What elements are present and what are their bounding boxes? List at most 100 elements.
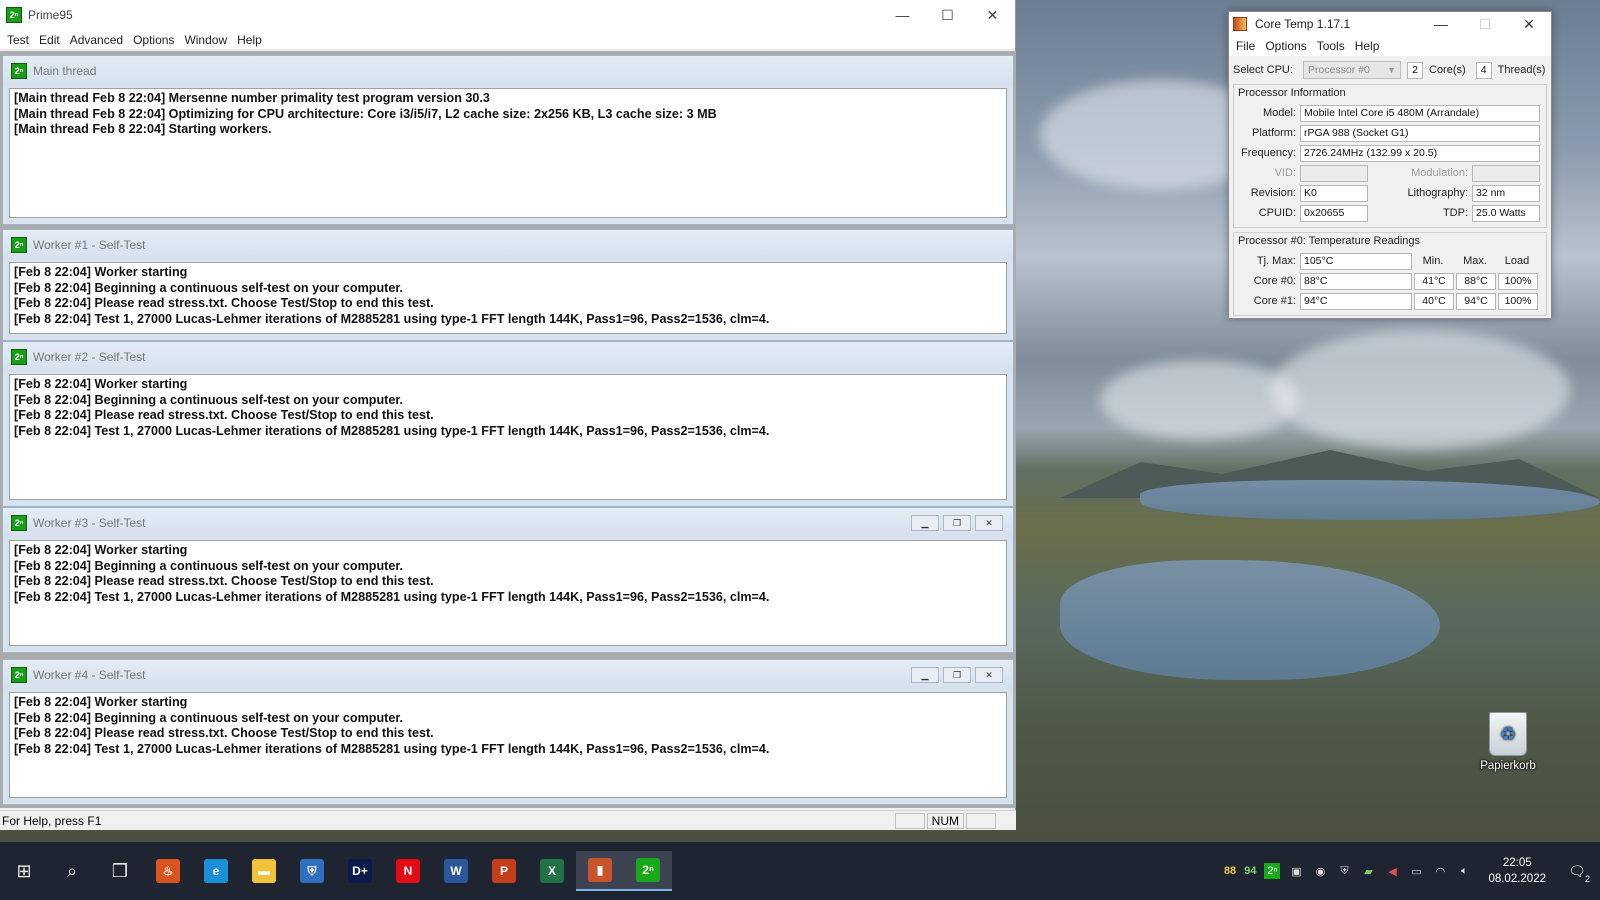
tdp-label: TDP: xyxy=(1442,207,1468,219)
maximize-button[interactable]: ☐ xyxy=(925,0,970,30)
coretemp-app-icon xyxy=(1233,17,1247,31)
taskbar-clock[interactable]: 22:05 08.02.2022 xyxy=(1480,855,1554,887)
tray-core1-temp[interactable]: 94 xyxy=(1244,865,1256,877)
taskbar-app-windows-security[interactable]: ⛨ xyxy=(288,851,336,891)
child-titlebar[interactable]: 2ⁿ Main thread xyxy=(3,56,1013,86)
mdi-client-area: 2ⁿ Main thread [Main thread Feb 8 22:04]… xyxy=(0,51,1016,808)
worker-1-window: 2ⁿ Worker #1 - Self-Test [Feb 8 22:04] W… xyxy=(2,229,1014,341)
webcam-tray-icon[interactable]: ◉ xyxy=(1312,863,1328,879)
core-min-value: 40°C xyxy=(1414,292,1454,310)
core-count: 2 xyxy=(1407,61,1423,79)
platform-row: Platform: rPGA 988 (Socket G1) xyxy=(1238,123,1542,143)
taskbar-app-prime95[interactable]: 2ⁿ xyxy=(624,851,672,891)
hardware-tray-icon[interactable]: ▣ xyxy=(1288,863,1304,879)
log-line: [Main thread Feb 8 22:04] Optimizing for… xyxy=(14,106,717,121)
coretemp-body: Select CPU: Processor #0 ▼ 2 Core(s) 4 T… xyxy=(1229,56,1551,320)
prime95-titlebar[interactable]: 2ⁿ Prime95 — ☐ ✕ xyxy=(0,0,1015,30)
child-restore-button[interactable]: ❐ xyxy=(943,515,971,531)
taskbar-app-powerpoint[interactable]: P xyxy=(480,851,528,891)
gpu-tray-icon[interactable]: ▰ xyxy=(1360,863,1376,879)
taskbar-app-excel[interactable]: X xyxy=(528,851,576,891)
revision-value: K0 xyxy=(1300,184,1368,202)
max-column-header: Max. xyxy=(1463,255,1487,267)
child-close-button[interactable]: ✕ xyxy=(975,667,1003,683)
chevron-down-icon: ▼ xyxy=(1387,65,1396,75)
prime95-tray-icon[interactable]: 2ⁿ xyxy=(1264,863,1281,879)
battery-icon[interactable]: ▭ xyxy=(1408,863,1424,879)
platform-value: rPGA 988 (Socket G1) xyxy=(1300,124,1540,142)
child-restore-button[interactable]: ❐ xyxy=(943,667,971,683)
log-line: [Feb 8 22:04] Please read stress.txt. Ch… xyxy=(14,574,434,589)
model-row: Model: Mobile Intel Core i5 480M (Arrand… xyxy=(1238,103,1542,123)
child-minimize-button[interactable]: ▁ xyxy=(911,667,939,683)
menu-help[interactable]: Help xyxy=(232,33,267,47)
taskbar-app-edge[interactable]: e xyxy=(192,851,240,891)
taskbar-app-coretemp[interactable]: ▮ xyxy=(576,851,624,891)
close-button[interactable]: ✕ xyxy=(1507,12,1551,36)
tray-core0-temp[interactable]: 88 xyxy=(1224,865,1236,877)
menu-advanced[interactable]: Advanced xyxy=(65,33,128,47)
prime95-app-icon: 2ⁿ xyxy=(11,349,27,365)
lithography-value: 32 nm xyxy=(1472,184,1540,202)
menu-help[interactable]: Help xyxy=(1350,39,1385,53)
start-button[interactable]: ⊞ xyxy=(0,851,48,891)
explorer-icon: ▬ xyxy=(252,859,276,883)
menu-options[interactable]: Options xyxy=(1260,39,1311,53)
processor-select[interactable]: Processor #0 ▼ xyxy=(1303,61,1401,79)
prime95-app-icon: 2ⁿ xyxy=(11,237,27,253)
processor-information-group: Processor Information Model: Mobile Inte… xyxy=(1233,84,1547,228)
maximize-button[interactable]: ☐ xyxy=(1463,12,1507,36)
close-button[interactable]: ✕ xyxy=(970,0,1015,30)
log-line: [Feb 8 22:04] Test 1, 27000 Lucas-Lehmer… xyxy=(14,423,770,438)
recycle-bin-shortcut[interactable]: ♻ Papierkorb xyxy=(1476,712,1540,772)
taskbar-app-coretemp-flame[interactable]: ♨ xyxy=(144,851,192,891)
taskbar-app-explorer[interactable]: ▬ xyxy=(240,851,288,891)
log-output[interactable]: [Feb 8 22:04] Worker starting [Feb 8 22:… xyxy=(9,540,1007,646)
netflix-icon: N xyxy=(396,859,420,883)
log-output[interactable]: [Main thread Feb 8 22:04] Mersenne numbe… xyxy=(9,88,1007,218)
minimize-icon: ▁ xyxy=(921,517,929,528)
log-line: [Feb 8 22:04] Beginning a continuous sel… xyxy=(14,392,404,407)
restore-icon: ❐ xyxy=(952,669,962,680)
taskbar-app-word[interactable]: W xyxy=(432,851,480,891)
menu-file[interactable]: File xyxy=(1231,39,1260,53)
shield-icon[interactable]: ⛨ xyxy=(1336,863,1352,879)
select-cpu-row: Select CPU: Processor #0 ▼ 2 Core(s) 4 T… xyxy=(1233,60,1547,80)
log-line: [Feb 8 22:04] Beginning a continuous sel… xyxy=(14,710,404,725)
child-titlebar[interactable]: 2ⁿ Worker #4 - Self-Test ▁ ❐ ✕ xyxy=(3,660,1013,690)
speaker-muted-icon[interactable]: ◀ xyxy=(1384,863,1400,879)
wifi-icon[interactable]: ◠ xyxy=(1432,863,1448,879)
minimize-button[interactable]: — xyxy=(1419,12,1463,36)
model-label: Model: xyxy=(1262,107,1296,119)
coretemp-titlebar[interactable]: Core Temp 1.17.1 — ☐ ✕ xyxy=(1229,12,1551,36)
tjmax-value: 105°C xyxy=(1300,252,1412,270)
child-window-title: Worker #4 - Self-Test xyxy=(33,668,146,682)
log-output[interactable]: [Feb 8 22:04] Worker starting [Feb 8 22:… xyxy=(9,374,1007,500)
thread-count: 4 xyxy=(1475,61,1492,79)
child-minimize-button[interactable]: ▁ xyxy=(911,515,939,531)
child-close-button[interactable]: ✕ xyxy=(975,515,1003,531)
child-titlebar[interactable]: 2ⁿ Worker #1 - Self-Test xyxy=(3,230,1013,260)
menu-test[interactable]: Test xyxy=(2,33,34,47)
volume-icon[interactable]: 🔈︎ xyxy=(1456,863,1472,879)
taskbar-app-netflix[interactable]: N xyxy=(384,851,432,891)
core-temp-value: 88°C xyxy=(1300,272,1412,290)
close-icon: ✕ xyxy=(985,669,993,680)
child-titlebar[interactable]: 2ⁿ Worker #3 - Self-Test ▁ ❐ ✕ xyxy=(3,508,1013,538)
task-view-button[interactable]: ❒ xyxy=(96,851,144,891)
taskbar-app-disney-plus[interactable]: D+ xyxy=(336,851,384,891)
worker-4-window: 2ⁿ Worker #4 - Self-Test ▁ ❐ ✕ [Feb 8 22… xyxy=(2,659,1014,805)
menu-window[interactable]: Window xyxy=(179,33,232,47)
log-output[interactable]: [Feb 8 22:04] Worker starting [Feb 8 22:… xyxy=(9,262,1007,334)
minimize-button[interactable]: — xyxy=(880,0,925,30)
notification-center-button[interactable]: 🗨︎ 2 xyxy=(1562,856,1592,886)
core-temp-row: Core #0: 88°C 41°C 88°C 100% xyxy=(1238,271,1542,291)
menu-options[interactable]: Options xyxy=(128,33,179,47)
excel-icon: X xyxy=(540,859,564,883)
menu-tools[interactable]: Tools xyxy=(1312,39,1350,53)
coretemp-icon: ▮ xyxy=(588,858,612,882)
menu-edit[interactable]: Edit xyxy=(34,33,65,47)
log-output[interactable]: [Feb 8 22:04] Worker starting [Feb 8 22:… xyxy=(9,692,1007,798)
child-titlebar[interactable]: 2ⁿ Worker #2 - Self-Test xyxy=(3,342,1013,372)
search-button[interactable]: ⌕ xyxy=(48,851,96,891)
